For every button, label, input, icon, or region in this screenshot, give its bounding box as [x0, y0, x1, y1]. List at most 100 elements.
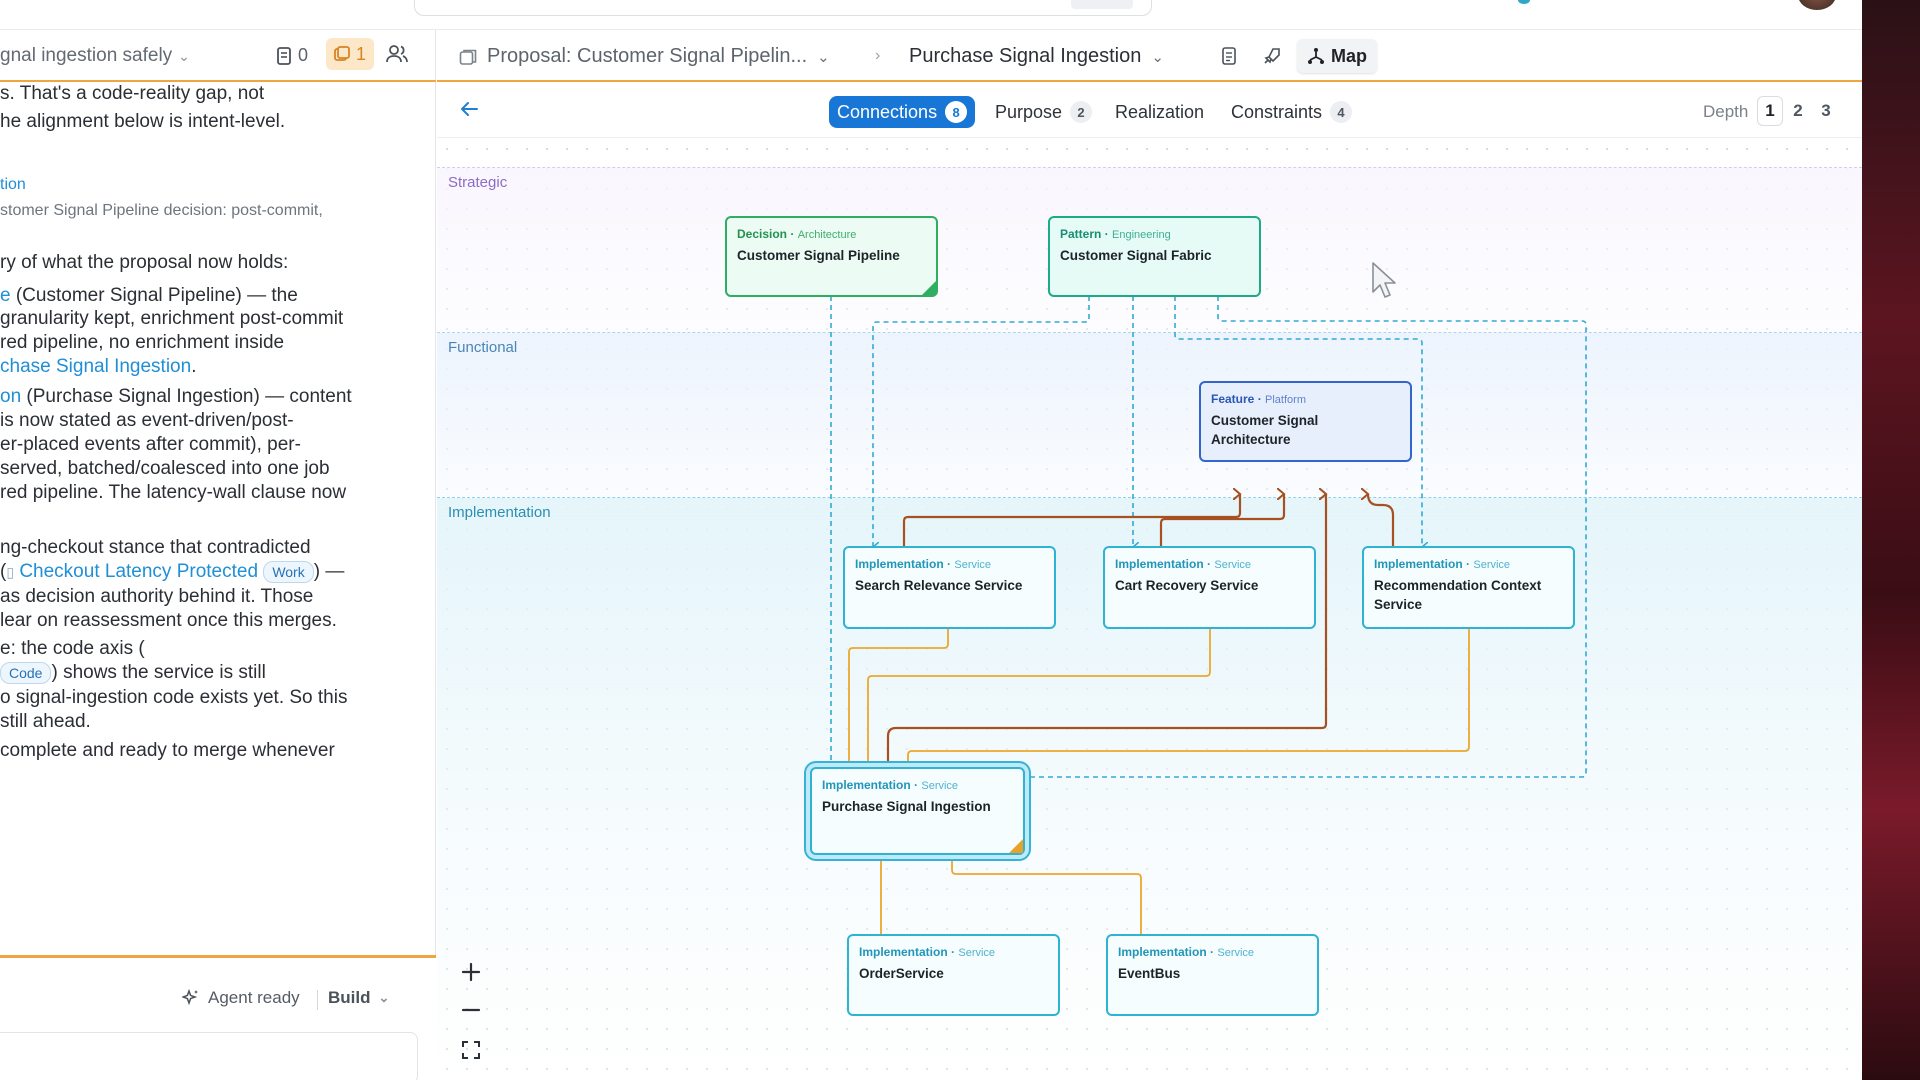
node-recommendation-context-service[interactable]: Implementation · Service Recommendation …	[1362, 546, 1575, 629]
transcript-link[interactable]: e	[0, 285, 11, 306]
tab-label: Constraints	[1231, 101, 1323, 122]
tab-count-badge: 8	[945, 101, 968, 123]
transcript-line: red pipeline. The latency-wall clause no…	[0, 482, 347, 503]
zoom-out-icon[interactable]	[453, 992, 489, 1028]
documents-counter[interactable]: 0	[276, 45, 308, 66]
node-kind: Decision · Architecture	[737, 227, 857, 241]
view-toggle: Map	[1211, 38, 1377, 74]
agent-status-text: Agent ready	[208, 988, 300, 1007]
node-search-relevance-service[interactable]: Implementation · Service Search Relevanc…	[843, 546, 1056, 629]
issues-badge[interactable]: 1	[326, 38, 375, 70]
node-customer-signal-pipeline[interactable]: Decision · Architecture Customer Signal …	[725, 216, 938, 297]
node-title: Customer Signal Fabric	[1060, 248, 1212, 263]
node-customer-signal-fabric[interactable]: Pattern · Engineering Customer Signal Fa…	[1048, 216, 1261, 297]
node-title: Purchase Signal Ingestion	[822, 799, 991, 814]
node-title: Recommendation Context Service	[1374, 578, 1542, 612]
rocket-icon	[1264, 48, 1280, 64]
fit-view-icon[interactable]	[453, 1032, 489, 1068]
back-arrow-icon[interactable]	[459, 100, 479, 123]
map-header: Proposal: Customer Signal Pipelin... ⌄ ›…	[437, 30, 1862, 82]
node-type: Implementation	[822, 778, 911, 792]
session-title[interactable]: gnal ingestion safely ⌄	[0, 45, 190, 67]
edge-depends	[849, 629, 949, 789]
document-icon: ▯	[6, 564, 15, 580]
documents-count: 0	[298, 45, 309, 65]
node-purchase-signal-ingestion[interactable]: Implementation · Service Purchase Signal…	[810, 767, 1025, 855]
node-title: EventBus	[1118, 966, 1181, 981]
avatar[interactable]	[1798, 0, 1836, 10]
chevron-right-icon: ›	[875, 47, 881, 64]
tab-connections[interactable]: Connections 8	[829, 96, 976, 128]
sparkle-icon	[182, 989, 198, 1006]
node-eventbus[interactable]: Implementation · Service EventBus	[1106, 934, 1319, 1016]
top-bar	[0, 0, 1862, 30]
edge-depends	[908, 629, 1470, 789]
transcript-line: still ahead.	[0, 711, 91, 732]
issue-icon	[334, 46, 350, 61]
mode-select[interactable]: Build ⌄	[328, 988, 389, 1008]
graph-canvas[interactable]: Strategic Functional Implementation Deci…	[437, 139, 1862, 1080]
node-title: Customer Signal Architecture	[1211, 413, 1319, 447]
tab-constraints[interactable]: Constraints 4	[1223, 96, 1360, 128]
node-cart-recovery-service[interactable]: Implementation · Service Cart Recovery S…	[1103, 546, 1316, 629]
node-category: Service	[958, 947, 996, 959]
map-tabs: Connections 8 Purpose 2 Realization Constr…	[437, 82, 1862, 138]
breadcrumb-node-label: Purchase Signal Ingestion	[909, 45, 1142, 67]
breadcrumb-proposal-label: Proposal: Customer Signal Pipelin...	[487, 45, 808, 67]
node-type: Implementation	[1115, 557, 1204, 571]
tab-realization[interactable]: Realization	[1107, 96, 1212, 128]
node-title: Cart Recovery Service	[1115, 578, 1259, 593]
map-view-button[interactable]: Map	[1297, 39, 1377, 73]
depth-option-3[interactable]: 3	[1813, 96, 1839, 126]
node-category: Engineering	[1112, 229, 1171, 241]
zoom-in-icon[interactable]	[453, 954, 489, 990]
node-kind: Implementation · Service	[1374, 557, 1511, 571]
tab-label: Realization	[1115, 101, 1205, 122]
depth-option-2[interactable]: 2	[1785, 96, 1811, 126]
message-input[interactable]	[0, 1032, 418, 1080]
breadcrumb-node[interactable]: Purchase Signal Ingestion ⌄	[909, 45, 1164, 68]
node-category: Service	[1217, 947, 1255, 959]
transcript-link[interactable]: Checkout Latency Protected	[19, 561, 258, 582]
edge-dashed	[927, 296, 1587, 789]
global-search-input[interactable]	[414, 0, 1152, 16]
node-orderservice[interactable]: Implementation · Service OrderService	[847, 934, 1060, 1016]
node-type: Implementation	[855, 557, 944, 571]
document-view-button[interactable]	[1211, 39, 1247, 73]
node-category: Architecture	[797, 229, 857, 241]
chevron-down-icon: ⌄	[817, 48, 830, 66]
chevron-down-icon: ⌄	[378, 990, 390, 1005]
node-category: Platform	[1265, 394, 1306, 406]
transcript-link[interactable]: chase Signal Ingestion	[0, 356, 191, 377]
proposal-icon	[459, 49, 477, 65]
node-customer-signal-architecture[interactable]: Feature · Platform Customer Signal Archi…	[1199, 381, 1412, 462]
tab-purpose[interactable]: Purpose 2	[987, 96, 1100, 128]
breadcrumb-proposal[interactable]: Proposal: Customer Signal Pipelin... ⌄	[459, 45, 830, 68]
transcript-link[interactable]: on	[0, 386, 21, 407]
node-kind: Implementation · Service	[859, 945, 996, 959]
transcript-line: ry of what the proposal now holds:	[0, 252, 289, 273]
issues-count: 1	[356, 43, 367, 64]
transcript-text: .	[191, 356, 197, 377]
cursor-icon	[1370, 260, 1398, 305]
node-kind: Pattern · Engineering	[1060, 227, 1171, 241]
search-shortcut-hint	[1071, 0, 1133, 9]
node-title: Customer Signal Pipeline	[737, 248, 900, 263]
depth-option-1[interactable]: 1	[1757, 96, 1783, 126]
people-icon[interactable]	[386, 44, 408, 69]
node-type: Pattern	[1060, 227, 1102, 241]
node-title: Search Relevance Service	[855, 578, 1023, 593]
chat-panel: gnal ingestion safely ⌄ 0 1 s. That's a c…	[0, 30, 436, 1080]
status-indicator-icon	[1518, 0, 1530, 4]
node-kind: Implementation · Service	[822, 778, 959, 792]
transcript-line: s. That's a code-reality gap, not	[0, 83, 265, 104]
chevron-down-icon: ⌄	[178, 48, 190, 64]
map-icon	[1308, 48, 1324, 64]
agent-status: Agent ready	[182, 988, 300, 1008]
depth-label: Depth	[1703, 102, 1749, 121]
edge-realizes	[1159, 494, 1284, 546]
edge-realizes	[1368, 494, 1395, 546]
tab-label: Connections	[837, 101, 938, 122]
launch-view-button[interactable]	[1253, 39, 1291, 73]
transcript-line: complete and ready to merge whenever	[0, 740, 335, 761]
